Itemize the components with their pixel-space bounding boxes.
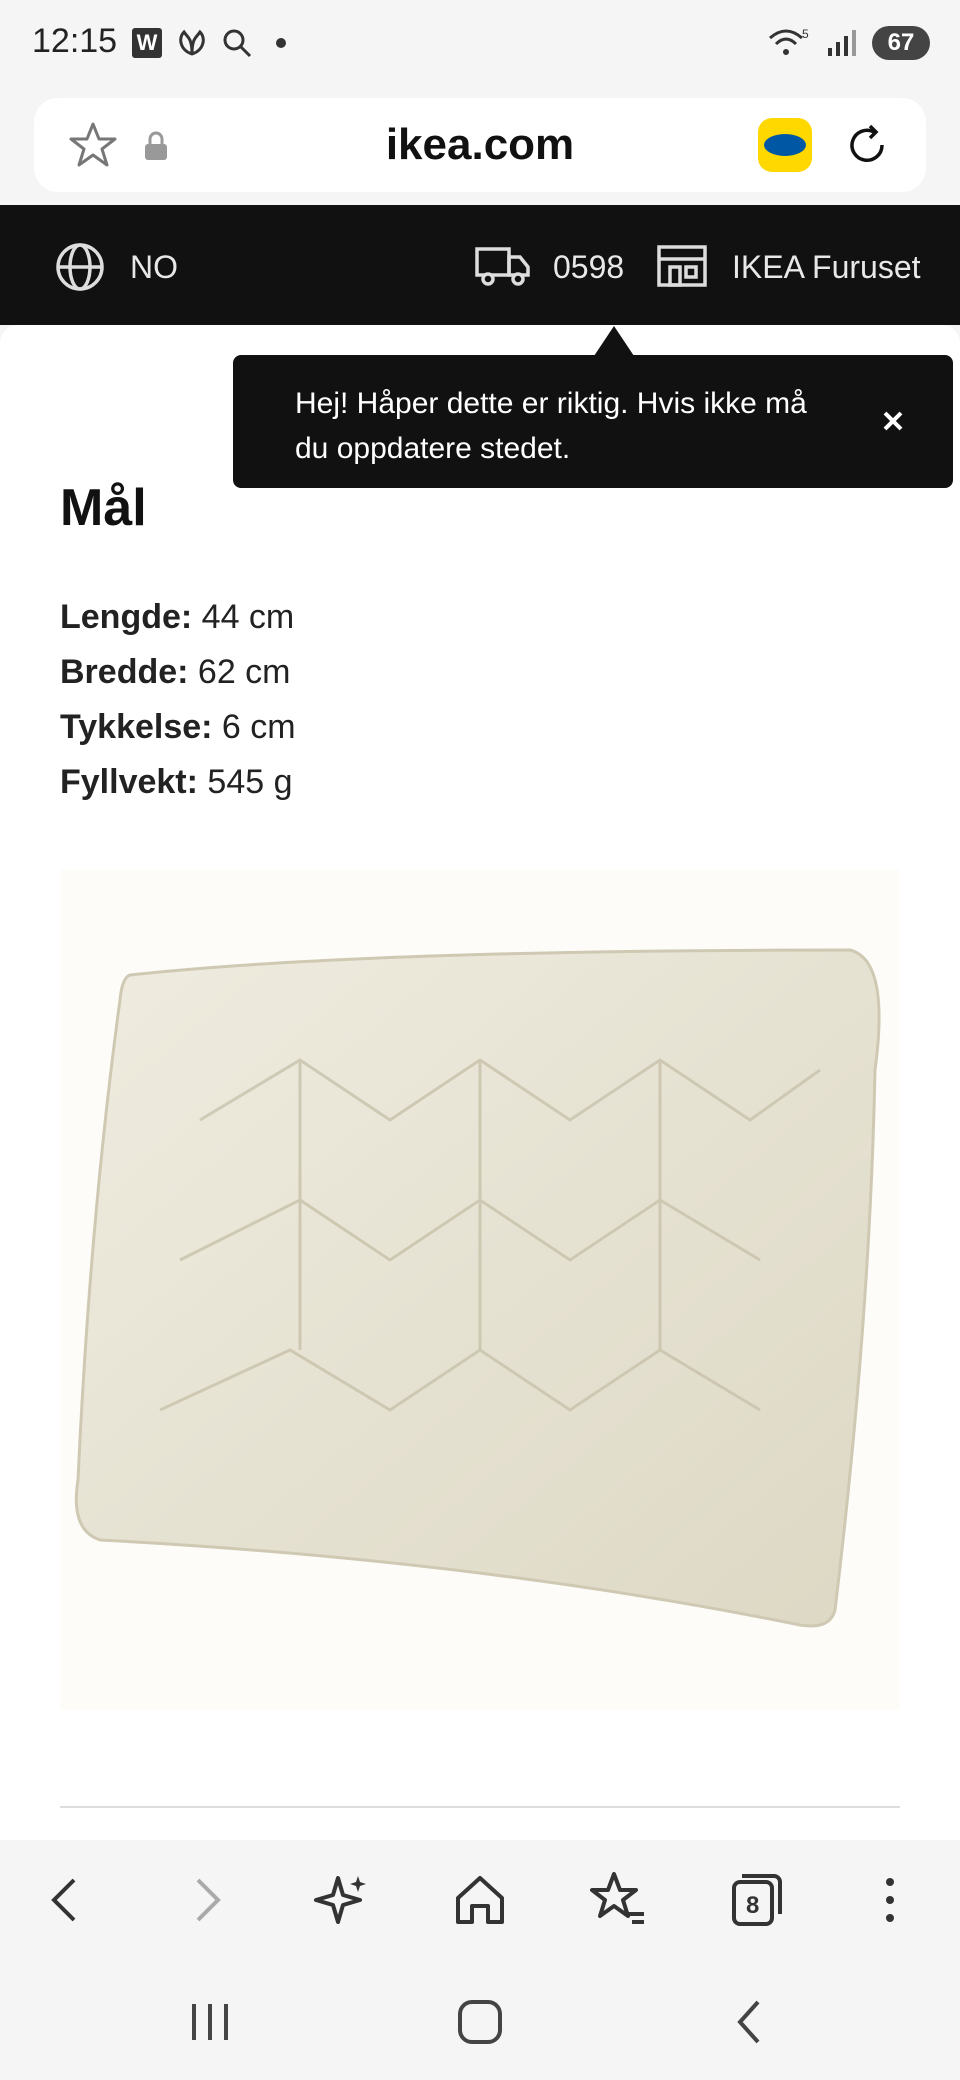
tab-count: 8: [746, 1892, 760, 1919]
recent-apps-icon[interactable]: [180, 1992, 240, 2052]
language-selector[interactable]: NO: [130, 249, 178, 286]
tabs-button[interactable]: 8: [724, 1868, 788, 1932]
bookmarks-icon[interactable]: [586, 1868, 650, 1932]
menu-icon[interactable]: [862, 1868, 926, 1932]
system-back-icon[interactable]: [720, 1992, 780, 2052]
divider: [60, 1806, 900, 1808]
ai-sparkle-icon[interactable]: [310, 1868, 374, 1932]
address-bar[interactable]: ikea.com: [34, 98, 926, 192]
notification-icons: W: [132, 28, 286, 58]
forward-icon[interactable]: [174, 1868, 238, 1932]
leaf-icon: [179, 29, 205, 56]
delivery-truck-icon[interactable]: [474, 241, 532, 289]
dimension-list: Lengde: 44 cm Bredde: 62 cm Tykkelse: 6 …: [60, 590, 296, 810]
battery-indicator: 67: [872, 26, 930, 60]
ikea-site-icon: [758, 118, 812, 172]
location-bar: NO 0598 IKEA Furuset: [0, 205, 960, 325]
dimension-label: Bredde:: [60, 653, 189, 691]
dimension-label: Fyllvekt:: [60, 763, 198, 801]
system-indicators: 5 67: [766, 26, 930, 60]
clock: 12:15: [32, 22, 118, 60]
search-icon: [223, 29, 252, 58]
tooltip-message: Hej! Håper dette er riktig. Hvis ikke må…: [295, 387, 807, 465]
close-icon[interactable]: [873, 401, 913, 441]
dimension-label: Tykkelse:: [60, 708, 213, 746]
signal-icon: [828, 30, 856, 56]
cushion-illustration: [74, 948, 881, 1628]
section-title: Mål: [60, 479, 147, 537]
dimension-row: Bredde: 62 cm: [60, 645, 296, 700]
dimension-row: Fyllvekt: 545 g: [60, 755, 296, 810]
postal-code[interactable]: 0598: [553, 249, 624, 286]
dimension-value: 6 cm: [221, 708, 296, 746]
dimension-row: Tykkelse: 6 cm: [60, 700, 296, 755]
wifi-label: 5: [802, 27, 809, 41]
dimension-value: 545 g: [207, 763, 293, 801]
dimension-row: Lengde: 44 cm: [60, 590, 296, 645]
dimension-value: 44 cm: [201, 598, 295, 636]
home-icon[interactable]: [448, 1868, 512, 1932]
system-navigation-bar: [0, 1960, 960, 2080]
browser-toolbar: 8: [0, 1840, 960, 1960]
app-notification-icon: W: [132, 28, 162, 58]
more-notifications-dot: [276, 38, 286, 48]
store-name[interactable]: IKEA Furuset: [732, 249, 921, 286]
tooltip-arrow: [594, 326, 634, 356]
product-image[interactable]: [60, 870, 900, 1710]
location-tooltip: Hej! Håper dette er riktig. Hvis ikke må…: [233, 355, 953, 488]
dimension-value: 62 cm: [197, 653, 291, 691]
status-bar: 12:15 W 5 67: [0, 0, 960, 90]
wifi-icon: 5: [769, 27, 809, 55]
store-icon[interactable]: [656, 241, 708, 289]
back-icon[interactable]: [34, 1868, 98, 1932]
reload-icon[interactable]: [842, 120, 892, 170]
globe-icon[interactable]: [54, 241, 106, 293]
home-button-icon[interactable]: [450, 1992, 510, 2052]
dimension-label: Lengde:: [60, 598, 193, 636]
